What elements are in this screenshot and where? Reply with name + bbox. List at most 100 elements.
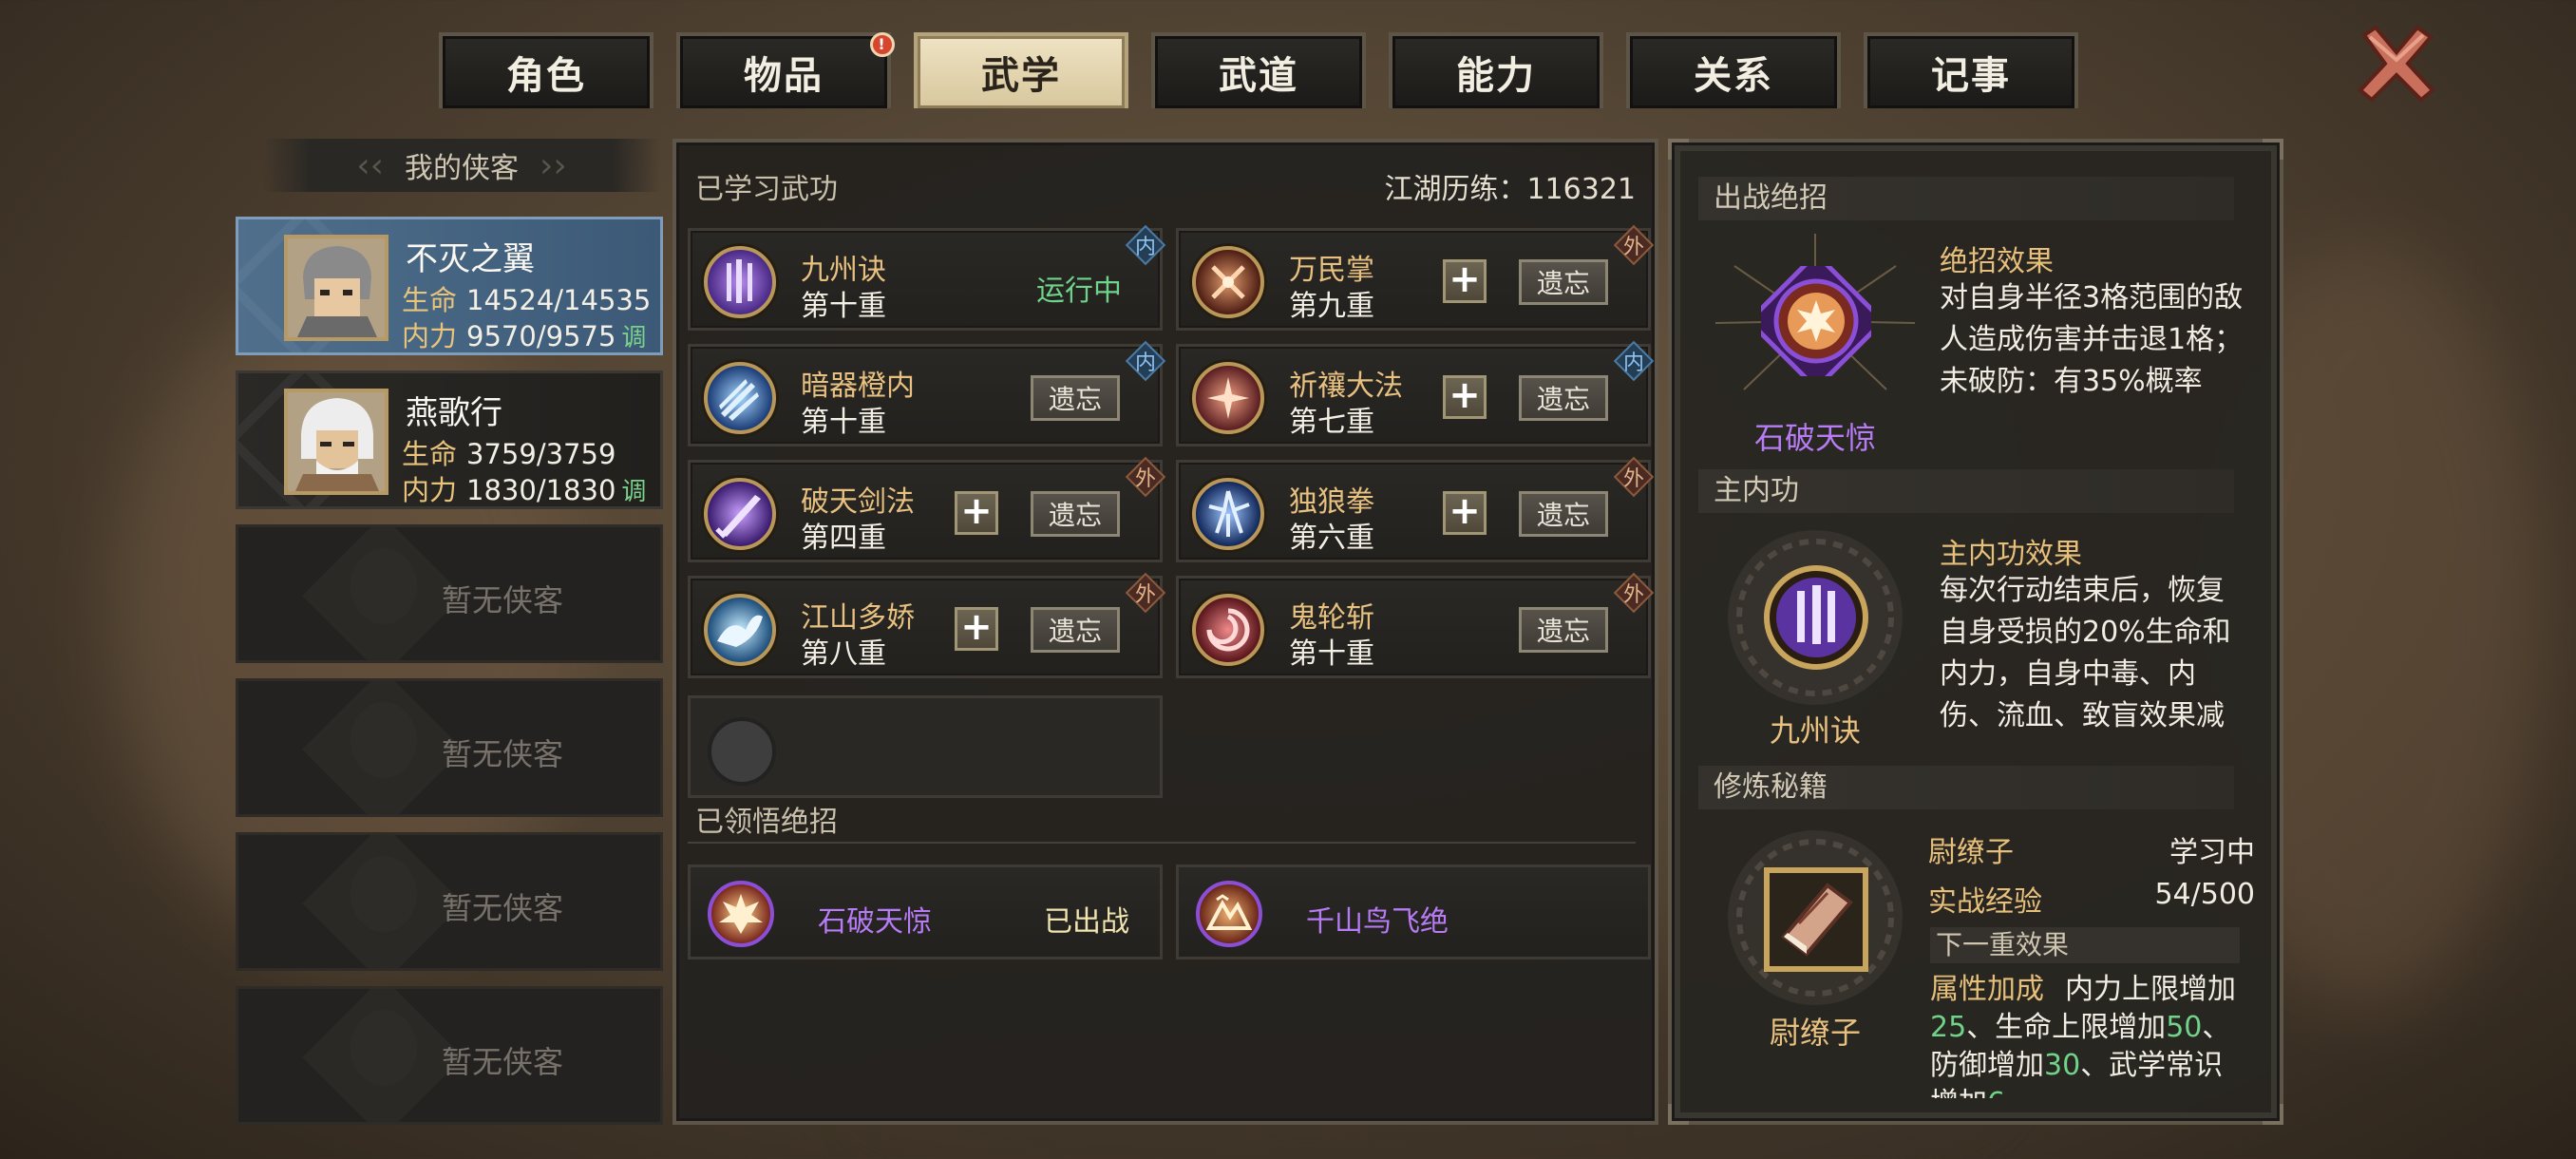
- empty-hero-slot[interactable]: 暂无侠客: [236, 986, 663, 1125]
- wolf-fist-icon: [1192, 478, 1264, 550]
- manual-status: 学习中: [2169, 836, 2255, 869]
- ultimate-card[interactable]: 千山鸟飞绝: [1176, 864, 1651, 960]
- outer-type-tag: 外: [1616, 459, 1652, 495]
- tab-label: 武道: [1219, 54, 1298, 98]
- empty-slot-icon: [708, 717, 776, 786]
- frame-corner: [2263, 1104, 2283, 1125]
- active-ultimate-name: 石破天惊: [1753, 420, 1876, 456]
- learned-skills-panel: 已学习武功 江湖历练：116321 九州诀 第十重 运行中 内 万民掌 第九重 …: [672, 139, 1658, 1125]
- skill-card[interactable]: 暗器橙内 第十重 遗忘 内: [688, 344, 1163, 446]
- training-manual-display[interactable]: 尉缭子: [1706, 823, 1924, 1051]
- forget-button[interactable]: 遗忘: [1031, 375, 1120, 421]
- ultimate-card[interactable]: 石破天惊 已出战: [688, 864, 1163, 960]
- learned-skills-title: 已学习武功: [695, 173, 838, 206]
- adjust-button[interactable]: 调: [621, 324, 646, 352]
- training-manual-name: 尉缭子: [1769, 1015, 1861, 1051]
- skill-card[interactable]: 九州诀 第十重 运行中 内: [688, 228, 1163, 331]
- sword-icon: [704, 478, 776, 550]
- exp-value: 54/500: [2154, 878, 2255, 911]
- hero-name: 燕歌行: [406, 394, 502, 432]
- wave-icon: [704, 594, 776, 666]
- upgrade-button[interactable]: +: [955, 491, 998, 535]
- tab-bar: 角色 物品! 武学 武道 能力 关系 记事: [439, 32, 2078, 108]
- skill-card[interactable]: 万民掌 第九重 + 遗忘 外: [1176, 228, 1651, 331]
- attr-text: 、生命上限增加: [1966, 1011, 2167, 1044]
- tab-label: 角色: [506, 54, 586, 98]
- tab-martial-arts[interactable]: 武学: [914, 32, 1128, 108]
- forget-button[interactable]: 遗忘: [1031, 607, 1120, 653]
- mountain-bird-icon: [1196, 881, 1262, 947]
- outer-type-tag: 外: [1616, 575, 1652, 611]
- manual-status-row: 尉缭子 学习中: [1928, 828, 2255, 870]
- skill-card[interactable]: 破天剑法 第四重 + 遗忘 外: [688, 460, 1163, 562]
- tab-journal[interactable]: 记事: [1864, 32, 2078, 108]
- tag-label: 外: [1622, 467, 1644, 491]
- hp-label: 生命: [402, 284, 458, 316]
- empty-hero-slot[interactable]: 暂无侠客: [236, 832, 663, 971]
- hero-hp: 生命 3759/3759: [402, 432, 616, 472]
- tag-label: 内: [1134, 236, 1156, 259]
- tab-items[interactable]: 物品!: [676, 32, 895, 108]
- roster-title: 我的侠客: [262, 139, 661, 192]
- tab-label: 物品: [744, 54, 824, 98]
- placeholder-head: [350, 856, 417, 932]
- empty-slot-label: 暂无侠客: [442, 582, 564, 618]
- manual-exp-row: 实战经验 54/500: [1928, 878, 2255, 920]
- upgrade-button[interactable]: +: [1443, 491, 1487, 535]
- detail-panel: 出战绝招 石破天惊 绝招效果 对自身半径3格范围的敌人造成伤害并击退1格；未破防…: [1668, 139, 2283, 1125]
- roster-title-label: 我的侠客: [405, 152, 519, 185]
- hp-value: 3759/3759: [466, 438, 616, 470]
- main-inner-art-display[interactable]: 九州诀: [1706, 522, 1924, 749]
- forget-button[interactable]: 遗忘: [1519, 491, 1608, 537]
- tab-martial-way[interactable]: 武道: [1151, 32, 1366, 108]
- empty-hero-slot[interactable]: 暂无侠客: [236, 678, 663, 817]
- skill-level: 第八重: [801, 637, 886, 671]
- skill-card[interactable]: 江山多娇 第八重 + 遗忘 外: [688, 576, 1163, 678]
- hero-mp: 内力 9570/9575 调: [402, 314, 646, 352]
- adjust-button[interactable]: 调: [621, 478, 646, 506]
- outer-type-tag: 外: [1127, 575, 1164, 611]
- empty-skill-slot[interactable]: [688, 695, 1163, 798]
- active-ultimate-display[interactable]: 石破天惊: [1706, 228, 1924, 456]
- hp-label: 生命: [402, 438, 458, 470]
- main-inner-art-header: 主内功: [1698, 469, 2234, 513]
- empty-hero-slot[interactable]: 暂无侠客: [236, 524, 663, 663]
- ultimates-title: 已领悟绝招: [695, 806, 838, 839]
- avatar: [284, 389, 388, 495]
- ultimate-effect-text: 对自身半径3格范围的敌人造成伤害并击退1格；未破防：有35%概率: [1940, 281, 2244, 398]
- skill-card[interactable]: 鬼轮斩 第十重 遗忘 外: [1176, 576, 1651, 678]
- tab-character[interactable]: 角色: [439, 32, 653, 108]
- tab-label: 能力: [1456, 54, 1536, 98]
- skill-card[interactable]: 独狼拳 第六重 + 遗忘 外: [1176, 460, 1651, 562]
- inner-effect-title: 主内功效果: [1940, 538, 2082, 571]
- forget-button[interactable]: 遗忘: [1519, 607, 1608, 653]
- skill-level: 第十重: [801, 406, 886, 439]
- attr-value: 6: [1987, 1087, 2005, 1098]
- tab-relations[interactable]: 关系: [1626, 32, 1841, 108]
- mp-value: 9570/9575: [466, 320, 616, 352]
- skill-card[interactable]: 祈禳大法 第七重 + 遗忘 内: [1176, 344, 1651, 446]
- tab-label: 记事: [1931, 54, 2011, 98]
- hero-mp: 内力 1830/1830 调: [402, 468, 646, 506]
- upgrade-button[interactable]: +: [1443, 259, 1487, 303]
- tag-label: 内: [1622, 352, 1644, 375]
- forget-button[interactable]: 遗忘: [1031, 491, 1120, 537]
- ultimate-name: 千山鸟飞绝: [1306, 905, 1449, 939]
- book-icon: [1761, 864, 1871, 975]
- rock-burst-icon: [1745, 250, 1887, 392]
- attr-text: 内力上限增加: [2065, 973, 2236, 1006]
- hero-card[interactable]: 不灭之翼 生命 14524/14535 内力 9570/9575 调: [236, 217, 663, 355]
- forget-button[interactable]: 遗忘: [1519, 259, 1608, 305]
- ultimate-name: 石破天惊: [818, 905, 932, 939]
- tab-abilities[interactable]: 能力: [1389, 32, 1603, 108]
- divider: [688, 842, 1636, 844]
- forget-button[interactable]: 遗忘: [1519, 375, 1608, 421]
- close-button[interactable]: [2354, 21, 2439, 106]
- pillar-icon: [1761, 562, 1871, 673]
- placeholder-head: [350, 702, 417, 778]
- upgrade-button[interactable]: +: [1443, 375, 1487, 419]
- mp-label: 内力: [402, 474, 458, 506]
- attribute-bonus-text: 属性加成内力上限增加25、生命上限增加50、防御增加30、武学常识增加6: [1930, 971, 2249, 1098]
- hero-card[interactable]: 燕歌行 生命 3759/3759 内力 1830/1830 调: [236, 370, 663, 509]
- upgrade-button[interactable]: +: [955, 607, 998, 651]
